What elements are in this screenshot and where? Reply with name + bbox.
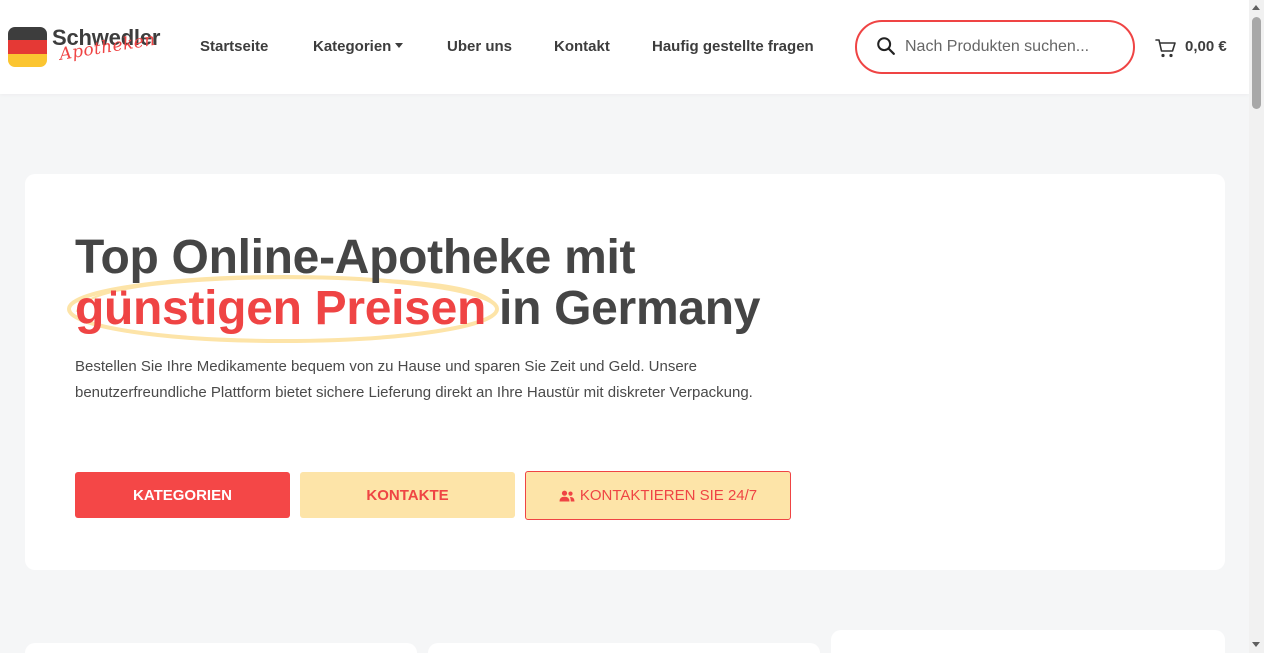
cart-total[interactable]: 0,00 €: [1185, 38, 1227, 55]
scroll-down-arrow-icon[interactable]: [1252, 642, 1260, 647]
hero-title-highlight: günstigen Preisen: [75, 282, 486, 335]
kategorien-button[interactable]: KATEGORIEN: [75, 472, 290, 518]
scroll-up-arrow-icon[interactable]: [1252, 5, 1260, 10]
germany-flag-icon: [8, 27, 47, 67]
nav-item-uber-uns[interactable]: Uber uns: [447, 38, 512, 55]
feature-card-3: [831, 630, 1225, 653]
search-input[interactable]: [905, 35, 1120, 59]
nav-item-kategorien[interactable]: Kategorien: [313, 38, 404, 55]
contact-24-7-button[interactable]: KONTAKTIEREN SIE 24/7: [525, 471, 791, 520]
page-scrollbar[interactable]: [1249, 0, 1264, 653]
hero-title-line-1: Top Online-Apotheke mit: [75, 231, 636, 284]
users-icon: [559, 490, 575, 501]
kontakte-button[interactable]: KONTAKTE: [300, 472, 515, 518]
nav-item-startseite[interactable]: Startseite: [200, 38, 268, 55]
shopping-cart-icon[interactable]: [1154, 36, 1178, 60]
feature-card-2: [428, 643, 820, 653]
hero-title-rest: in Germany: [486, 282, 761, 335]
hero-card: Top Online-Apotheke mit günstigen Preise…: [25, 174, 1225, 570]
logo[interactable]: Schwedler Apotheken: [8, 25, 168, 70]
chevron-down-icon: [395, 42, 404, 48]
site-header: Schwedler Apotheken Startseite Kategorie…: [0, 0, 1249, 94]
scrollbar-thumb[interactable]: [1252, 17, 1261, 109]
nav-item-faq[interactable]: Haufig gestellte fragen: [652, 38, 814, 55]
hero-description: Bestellen Sie Ihre Medikamente bequem vo…: [75, 358, 753, 401]
search-box[interactable]: [855, 20, 1135, 74]
hero-title: Top Online-Apotheke mit günstigen Preise…: [75, 232, 760, 334]
feature-card-1: [25, 643, 417, 653]
search-icon[interactable]: [875, 35, 897, 57]
nav-item-kontakt[interactable]: Kontakt: [554, 38, 610, 55]
